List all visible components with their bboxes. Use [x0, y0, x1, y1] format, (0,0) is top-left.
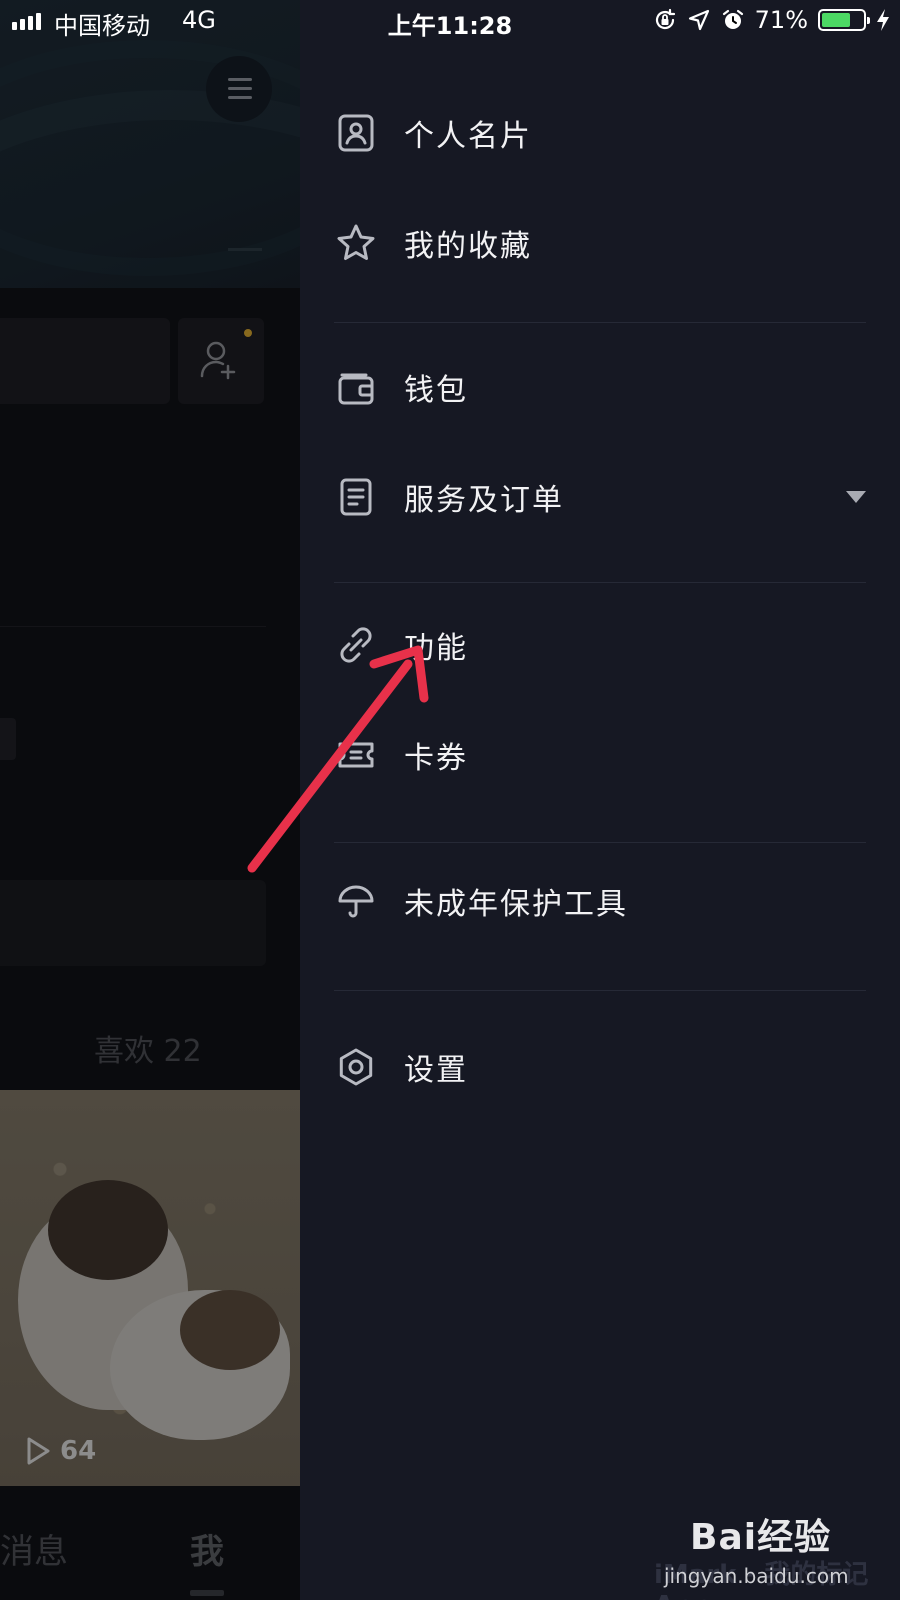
- divider: [334, 842, 866, 843]
- background-profile-page: 喜欢 22 64 消息 我: [0, 0, 300, 1600]
- charging-icon: [877, 9, 889, 31]
- side-drawer: 个人名片 我的收藏 钱包 服务及订单 功能 卡券 未成年保护工具 设置: [300, 0, 900, 1600]
- menu-item-label: 我的收藏: [404, 229, 532, 264]
- dim-overlay[interactable]: [0, 0, 300, 1600]
- alarm-icon: [722, 9, 743, 29]
- battery-percentage: 71%: [754, 6, 808, 34]
- status-bar: 中国移动 4G 上午11:28 71%: [0, 0, 900, 44]
- caret-down-icon[interactable]: [846, 490, 866, 509]
- watermark-brand: Bai经验: [690, 1517, 832, 1558]
- menu-item-label: 卡券: [404, 741, 468, 776]
- menu-item-label: 未成年保护工具: [404, 887, 628, 922]
- menu-item-services-orders[interactable]: 服务及订单: [336, 462, 866, 532]
- profile-card-icon: [336, 113, 376, 153]
- menu-item-label: 服务及订单: [404, 483, 564, 518]
- ticket-icon: [336, 735, 376, 775]
- document-icon: [336, 477, 376, 517]
- watermark-url: jingyan.baidu.com: [664, 1564, 849, 1588]
- divider: [334, 990, 866, 991]
- menu-item-label: 设置: [404, 1053, 468, 1088]
- wallet-icon: [336, 367, 376, 407]
- menu-item-profile-card[interactable]: 个人名片: [336, 98, 866, 168]
- umbrella-icon: [336, 881, 376, 921]
- settings-icon: [336, 1047, 376, 1087]
- menu-item-coupons[interactable]: 卡券: [336, 720, 866, 790]
- divider: [334, 322, 866, 323]
- battery-icon: [818, 9, 870, 31]
- menu-item-label: 个人名片: [404, 119, 532, 154]
- baidu-jingyan-watermark: Bai经验 jingyan.baidu.com: [664, 1508, 894, 1594]
- menu-item-favorites[interactable]: 我的收藏: [336, 208, 866, 278]
- menu-item-wallet[interactable]: 钱包: [336, 352, 866, 422]
- menu-item-settings[interactable]: 设置: [336, 1032, 866, 1102]
- menu-item-label: 钱包: [404, 373, 468, 408]
- location-icon: [688, 9, 709, 31]
- menu-item-minor-protection[interactable]: 未成年保护工具: [336, 866, 866, 936]
- divider: [334, 582, 866, 583]
- link-icon: [336, 625, 376, 665]
- menu-item-label: 功能: [404, 631, 468, 666]
- menu-item-functions[interactable]: 功能: [336, 610, 866, 680]
- star-icon: [336, 223, 376, 263]
- orientation-lock-icon: [655, 8, 675, 30]
- screen: 喜欢 22 64 消息 我 个人名片 我的收藏 钱包 服务及订单 功能 卡券 未…: [0, 0, 900, 1600]
